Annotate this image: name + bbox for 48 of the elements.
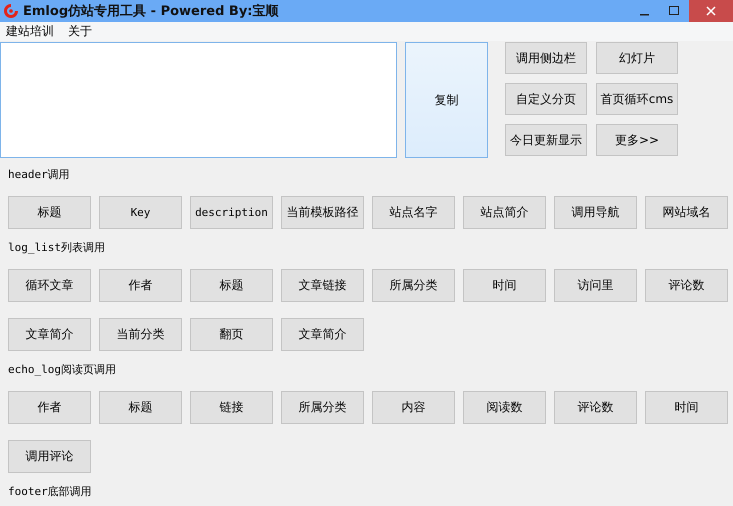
- insert-button[interactable]: 所属分类: [281, 391, 364, 424]
- quick-button[interactable]: 更多>>: [596, 124, 678, 156]
- insert-button[interactable]: 访问里: [554, 269, 637, 302]
- close-button[interactable]: [689, 0, 733, 22]
- insert-button[interactable]: 站点名字: [372, 196, 455, 229]
- app-logo-icon: [3, 3, 19, 19]
- quick-button[interactable]: 自定义分页: [505, 83, 587, 115]
- insert-button[interactable]: 当前分类: [99, 318, 182, 351]
- insert-button[interactable]: 文章简介: [281, 318, 364, 351]
- insert-button[interactable]: 标题: [190, 269, 273, 302]
- insert-button[interactable]: description: [190, 196, 273, 229]
- insert-button[interactable]: 站点简介: [463, 196, 546, 229]
- insert-button[interactable]: 作者: [99, 269, 182, 302]
- insert-button[interactable]: 评论数: [554, 391, 637, 424]
- insert-button[interactable]: 调用评论: [8, 440, 91, 473]
- quick-button[interactable]: 调用侧边栏: [505, 42, 587, 74]
- menu-item[interactable]: 关于: [68, 23, 92, 40]
- insert-button[interactable]: 链接: [190, 391, 273, 424]
- maximize-icon: [669, 6, 679, 16]
- insert-button[interactable]: 调用导航: [554, 196, 637, 229]
- minimize-icon: [640, 14, 648, 16]
- insert-button[interactable]: 时间: [645, 391, 728, 424]
- insert-button[interactable]: 标题: [8, 196, 91, 229]
- insert-button[interactable]: 网站域名: [645, 196, 728, 229]
- section-heading: log_list列表调用: [8, 240, 106, 256]
- copy-button[interactable]: 复制: [405, 42, 488, 158]
- insert-button[interactable]: 当前模板路径: [281, 196, 364, 229]
- insert-button[interactable]: Key: [99, 196, 182, 229]
- insert-button[interactable]: 内容: [372, 391, 455, 424]
- quick-button[interactable]: 首页循环cms: [596, 83, 678, 115]
- section-heading: header调用: [8, 167, 71, 183]
- menu-item[interactable]: 建站培训: [6, 23, 54, 40]
- insert-button[interactable]: 阅读数: [463, 391, 546, 424]
- quick-button[interactable]: 今日更新显示: [505, 124, 587, 156]
- insert-button[interactable]: 循环文章: [8, 269, 91, 302]
- insert-button[interactable]: 文章简介: [8, 318, 91, 351]
- insert-button[interactable]: 翻页: [190, 318, 273, 351]
- section-heading: footer底部调用: [8, 484, 93, 500]
- insert-button[interactable]: 文章链接: [281, 269, 364, 302]
- insert-button[interactable]: 标题: [99, 391, 182, 424]
- close-icon: [706, 6, 716, 16]
- quick-button[interactable]: 幻灯片: [596, 42, 678, 74]
- insert-button[interactable]: 时间: [463, 269, 546, 302]
- section-heading: echo_log阅读页调用: [8, 362, 117, 378]
- insert-button[interactable]: 评论数: [645, 269, 728, 302]
- window-title: Emlog仿站专用工具 - Powered By:宝顺: [23, 2, 280, 20]
- insert-button[interactable]: 所属分类: [372, 269, 455, 302]
- insert-button[interactable]: 作者: [8, 391, 91, 424]
